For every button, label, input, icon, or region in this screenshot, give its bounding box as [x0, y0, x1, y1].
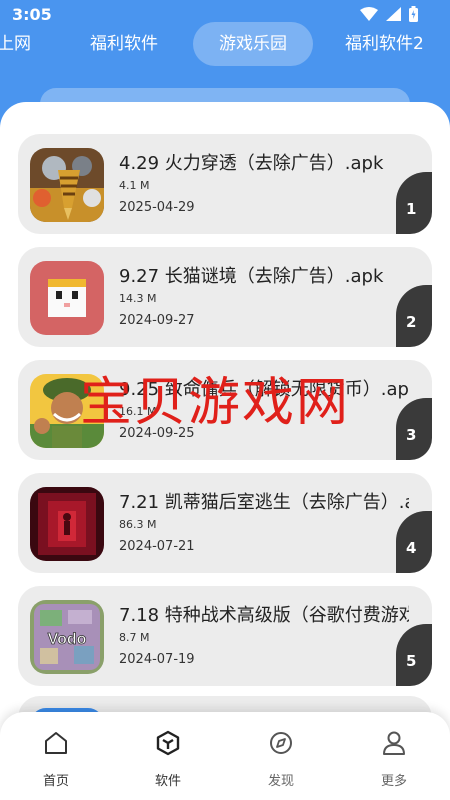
home-icon — [45, 732, 67, 754]
signal-icon — [386, 7, 401, 21]
rank-badge: 5 — [396, 624, 432, 686]
app-size: 86.3 M — [119, 518, 157, 531]
app-date: 2024-09-27 — [119, 313, 195, 328]
app-name: 7.18 特种战术高级版（谷歌付费游戏）.apk — [119, 605, 409, 626]
bottom-nav: 首页 软件 发现 更多 — [0, 712, 450, 800]
app-name: 7.21 凯蒂猫后室逃生（去除广告）.apk — [119, 492, 409, 513]
tab-youxi-leyuan[interactable]: 游戏乐园 — [193, 22, 313, 66]
nav-label: 发现 — [267, 774, 294, 789]
svg-text:Vodo: Vodo — [48, 631, 87, 648]
app-card[interactable]: 7.21 凯蒂猫后室逃生（去除广告）.apk 86.3 M 2024-07-21… — [18, 473, 432, 573]
app-date: 2024-07-19 — [119, 652, 195, 667]
nav-software[interactable]: 软件 — [138, 730, 198, 789]
wifi-icon — [360, 7, 378, 21]
game-icon-drill — [30, 148, 104, 222]
app-size: 14.3 M — [119, 292, 157, 305]
cat-face-icon — [30, 261, 104, 335]
app-name: 9.27 长猫谜境（去除广告）.apk — [119, 266, 384, 287]
nav-label: 首页 — [42, 774, 69, 789]
nav-more[interactable]: 更多 — [364, 730, 424, 789]
user-icon — [383, 731, 405, 755]
rank-badge: 1 — [396, 172, 432, 234]
rank-badge: 2 — [396, 285, 432, 347]
app-date: 2024-07-21 — [119, 539, 195, 554]
app-name: 4.29 火力穿透（去除广告）.apk — [119, 153, 384, 174]
vodo-map-icon: Vodo — [30, 600, 104, 674]
watermark: 宝贝游戏网 — [80, 373, 351, 433]
rank-badge: 3 — [396, 398, 432, 460]
nav-discover[interactable]: 发现 — [251, 730, 311, 789]
red-room-icon — [30, 487, 104, 561]
rank-number: 5 — [406, 652, 417, 670]
app-list-sheet: 4.29 火力穿透（去除广告）.apk 4.1 M 2025-04-29 1 9… — [0, 102, 450, 800]
category-tabs: 上网 福利软件 游戏乐园 福利软件2 — [0, 22, 450, 66]
app-card[interactable]: 4.29 火力穿透（去除广告）.apk 4.1 M 2025-04-29 1 — [18, 134, 432, 234]
battery-icon — [409, 6, 418, 22]
tab-shangwang[interactable]: 上网 — [0, 22, 31, 66]
app-card[interactable]: Vodo 7.18 特种战术高级版（谷歌付费游戏）.apk 8.7 M 2024… — [18, 586, 432, 686]
rank-number: 2 — [406, 313, 417, 331]
rank-badge: 4 — [396, 511, 432, 573]
rank-number: 4 — [406, 539, 417, 557]
compass-icon — [270, 732, 292, 754]
app-size: 8.7 M — [119, 631, 150, 644]
rank-number: 3 — [406, 426, 417, 444]
nav-home[interactable]: 首页 — [26, 730, 86, 789]
nav-label: 更多 — [380, 774, 407, 789]
tab-fuli-ruanjian[interactable]: 福利软件 — [90, 22, 158, 66]
status-icons — [360, 6, 418, 22]
app-card[interactable]: 9.27 长猫谜境（去除广告）.apk 14.3 M 2024-09-27 2 — [18, 247, 432, 347]
rank-number: 1 — [406, 200, 417, 218]
box-icon — [156, 730, 180, 756]
tab-fuli-ruanjian-2[interactable]: 福利软件2 — [345, 22, 424, 66]
app-date: 2025-04-29 — [119, 200, 195, 215]
nav-label: 软件 — [154, 774, 181, 789]
app-size: 4.1 M — [119, 179, 150, 192]
